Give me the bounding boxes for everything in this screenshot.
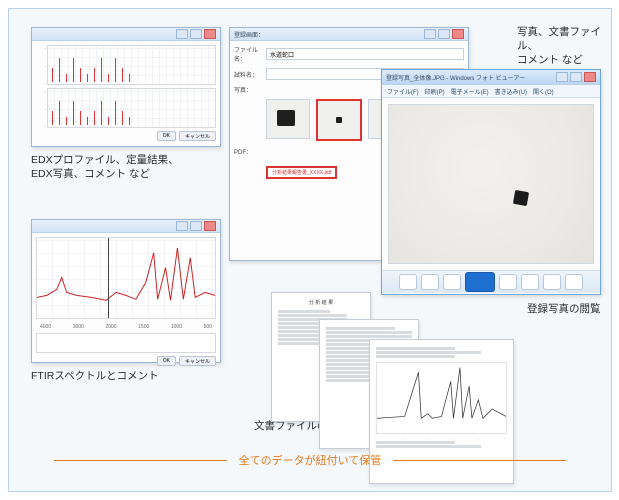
doc-title: 分 析 結 果 [278,299,364,306]
close-button[interactable] [584,72,596,82]
doc-spectrum-xticks: ------ [376,436,507,440]
close-button[interactable] [204,221,216,231]
edx-chart-2-yaxis: --- [36,88,47,128]
edx-chart-1-row: --- [36,45,216,85]
file-row: ファイル名： [234,45,464,63]
tick: 2000 [105,324,116,330]
pdf-file-chip[interactable]: 分析結果報告書_XXXX.pdf [266,166,337,179]
thumbnail-1[interactable] [266,99,310,139]
photo-viewer-window: 登録写真_全体像.JPG - Windows フォト ビューアー ファイル(F)… [381,69,601,295]
minimize-button[interactable] [556,72,568,82]
maximize-button[interactable] [190,29,202,39]
zoom-in-button[interactable] [421,274,439,290]
prev-button[interactable] [443,274,461,290]
window-controls [176,221,216,231]
photo-label: 写真： [234,85,262,94]
chip-icon [336,117,342,123]
tick: 3000 [73,324,84,330]
footer-label: 全てのデータが紐付いて保管 [227,452,394,468]
window-controls [424,29,464,39]
window-controls [176,29,216,39]
edx-chart-2 [47,88,216,128]
ok-button[interactable]: OK [157,131,176,141]
viewer-window-title: 登録写真_全体像.JPG - Windows フォト ビューアー [386,73,525,82]
ftir-titlebar [32,220,220,233]
edx-button-row: OK キャンセル [36,131,216,141]
register-window-title: 登録画面： [234,30,264,39]
caption-viewer: 登録写真の閲覧 [527,302,601,316]
menu-print[interactable]: 印刷(P) [425,87,445,96]
ftir-window: 4000 3000 2000 1500 1000 500 OK キャンセル [31,219,221,363]
tick: 500 [204,324,212,330]
viewer-menubar: ファイル(F) 印刷(P) 電子メール(E) 書き込み(U) 開く(O) [382,85,600,98]
file-label: ファイル名： [234,45,262,63]
edx-chart-2-row: --- [36,88,216,128]
tick: 1500 [138,324,149,330]
maximize-button[interactable] [190,221,202,231]
menu-file[interactable]: ファイル(F) [387,87,419,96]
delete-button[interactable] [565,274,583,290]
rotate-ccw-button[interactable] [521,274,539,290]
viewer-titlebar: 登録写真_全体像.JPG - Windows フォト ビューアー [382,70,600,85]
footer-divider: 全てのデータが紐付いて保管 [54,453,566,467]
rotate-cw-button[interactable] [543,274,561,290]
maximize-button[interactable] [438,29,450,39]
caption-ftir: FTIRスペクトルとコメント [31,369,159,383]
menu-burn[interactable]: 書き込み(U) [495,87,527,96]
edx-chart-1-yaxis: --- [36,45,47,85]
minimize-button[interactable] [176,221,188,231]
viewer-photo [388,104,594,264]
ftir-body: 4000 3000 2000 1500 1000 500 OK キャンセル [32,233,220,370]
register-titlebar: 登録画面： [230,28,468,41]
maximize-button[interactable] [570,72,582,82]
pdf-label: PDF： [234,147,262,156]
sample-label: 試料名： [234,70,262,79]
zoom-out-button[interactable] [399,274,417,290]
caption-edx: EDXプロファイル、定量結果、EDX写真、コメント など [31,153,179,181]
viewer-toolbar [382,270,600,293]
minimize-button[interactable] [424,29,436,39]
caption-photos: 写真、文書ファイル、コメント など [517,25,611,68]
ftir-comment-box[interactable] [36,333,216,353]
close-button[interactable] [204,29,216,39]
ok-button[interactable]: OK [157,356,176,366]
ftir-spectrum-chart [36,237,216,319]
edx-body: --- --- OK キャンセル [32,41,220,145]
tick: 1000 [171,324,182,330]
menu-open[interactable]: 開く(O) [533,87,554,96]
next-button[interactable] [499,274,517,290]
cancel-button[interactable]: キャンセル [179,131,216,141]
cancel-button[interactable]: キャンセル [179,356,216,366]
edx-window: --- --- OK キャンセル [31,27,221,147]
doc-spectrum-chart [376,362,507,434]
sample-chip-icon [513,190,529,206]
content-panel: EDXプロファイル、定量結果、EDX写真、コメント など FTIRスペクトルとコ… [8,8,612,492]
edx-titlebar [32,28,220,41]
slideshow-button[interactable] [465,272,495,292]
window-controls [556,72,596,82]
thumbnail-2-selected[interactable] [316,99,362,141]
cup-icon [277,110,295,126]
ftir-cursor[interactable] [108,238,109,318]
close-button[interactable] [452,29,464,39]
tick: 4000 [40,324,51,330]
file-name-input[interactable] [266,48,464,60]
ftir-xaxis-ticks: 4000 3000 2000 1500 1000 500 [36,323,216,333]
menu-email[interactable]: 電子メール(E) [451,87,489,96]
minimize-button[interactable] [176,29,188,39]
edx-chart-1 [47,45,216,85]
